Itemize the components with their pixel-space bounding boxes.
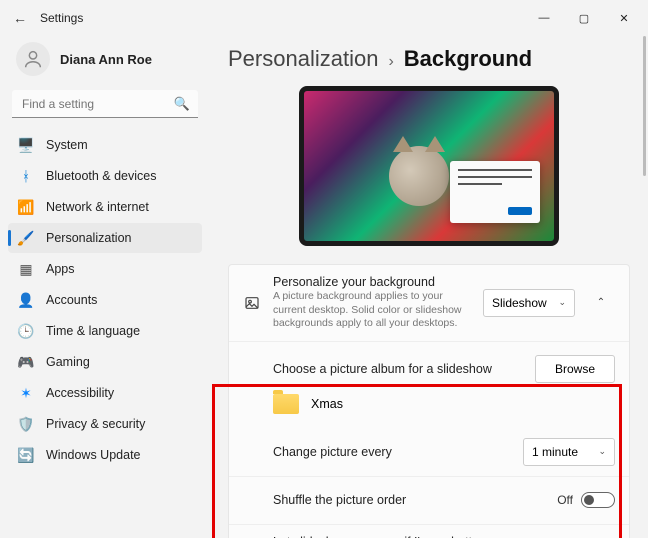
nav-label: Gaming: [46, 355, 90, 369]
expand-button[interactable]: ⌃: [587, 289, 615, 317]
window-title: Settings: [40, 11, 83, 25]
shuffle-row: Shuffle the picture order Off: [229, 477, 629, 525]
preview-image: [389, 146, 449, 206]
sidebar-item-windows-update[interactable]: 🔄 Windows Update: [8, 440, 202, 470]
nav-icon: 🖥️: [18, 137, 34, 153]
nav-icon: ᚼ: [18, 168, 34, 184]
nav-icon: 🎮: [18, 354, 34, 370]
sidebar-item-system[interactable]: 🖥️ System: [8, 130, 202, 160]
nav-icon: 🖌️: [18, 230, 34, 246]
nav-icon: ✶: [18, 385, 34, 401]
sidebar-item-gaming[interactable]: 🎮 Gaming: [8, 347, 202, 377]
sidebar-item-accounts[interactable]: 👤 Accounts: [8, 285, 202, 315]
search-box[interactable]: 🔍: [12, 90, 198, 118]
preview-window: [450, 161, 540, 223]
nav-icon: 👤: [18, 292, 34, 308]
nav-label: Personalization: [46, 231, 131, 245]
battery-row: Let slideshow run even if I'm on battery…: [229, 525, 629, 538]
chevron-down-icon: ⌄: [598, 446, 606, 457]
nav-label: Time & language: [46, 324, 140, 338]
nav-label: Accessibility: [46, 386, 114, 400]
user-profile[interactable]: Diana Ann Roe: [8, 36, 202, 90]
interval-title: Change picture every: [273, 445, 511, 459]
folder-icon: [273, 394, 299, 414]
chevron-right-icon: ›: [388, 53, 393, 71]
personalize-subtitle: A picture background applies to your cur…: [273, 290, 471, 331]
album-title: Choose a picture album for a slideshow: [273, 362, 523, 376]
shuffle-state: Off: [557, 493, 573, 507]
nav-icon: 📶: [18, 199, 34, 215]
nav-icon: ▦: [18, 261, 34, 277]
nav-label: Apps: [46, 262, 75, 276]
nav-label: Privacy & security: [46, 417, 145, 431]
sidebar-item-bluetooth-devices[interactable]: ᚼ Bluetooth & devices: [8, 161, 202, 191]
chevron-down-icon: ⌄: [558, 297, 566, 308]
background-mode-dropdown[interactable]: Slideshow ⌄: [483, 289, 575, 317]
sidebar-item-accessibility[interactable]: ✶ Accessibility: [8, 378, 202, 408]
choose-album-row: Choose a picture album for a slideshow B…: [229, 342, 629, 390]
nav-label: System: [46, 138, 88, 152]
close-button[interactable]: ✕: [604, 3, 644, 33]
browse-button[interactable]: Browse: [535, 355, 615, 383]
sidebar-item-privacy-security[interactable]: 🛡️ Privacy & security: [8, 409, 202, 439]
nav-label: Bluetooth & devices: [46, 169, 157, 183]
nav-label: Network & internet: [46, 200, 149, 214]
interval-dropdown[interactable]: 1 minute ⌄: [523, 438, 615, 466]
background-preview: [299, 86, 559, 246]
user-name: Diana Ann Roe: [60, 52, 152, 67]
sidebar-item-apps[interactable]: ▦ Apps: [8, 254, 202, 284]
avatar-icon: [16, 42, 50, 76]
nav-label: Windows Update: [46, 448, 141, 462]
change-interval-row: Change picture every 1 minute ⌄: [229, 428, 629, 477]
scrollbar-thumb[interactable]: [643, 36, 646, 176]
sidebar-item-network-internet[interactable]: 📶 Network & internet: [8, 192, 202, 222]
shuffle-title: Shuffle the picture order: [273, 493, 545, 507]
breadcrumb: Personalization › Background: [228, 36, 630, 86]
nav-label: Accounts: [46, 293, 97, 307]
breadcrumb-parent[interactable]: Personalization: [228, 46, 378, 72]
album-folder-row[interactable]: Xmas: [229, 390, 629, 428]
picture-icon: [243, 295, 261, 311]
back-button[interactable]: ←: [4, 2, 36, 34]
nav-icon: 🕒: [18, 323, 34, 339]
album-folder-name: Xmas: [311, 397, 343, 411]
personalize-title: Personalize your background: [273, 275, 471, 289]
sidebar-item-time-language[interactable]: 🕒 Time & language: [8, 316, 202, 346]
maximize-button[interactable]: ▢: [564, 3, 604, 33]
sidebar: Diana Ann Roe 🔍 🖥️ System ᚼ Bluetooth & dev…: [0, 36, 210, 538]
sidebar-item-personalization[interactable]: 🖌️ Personalization: [8, 223, 202, 253]
search-input[interactable]: [12, 90, 198, 118]
search-icon: 🔍: [174, 96, 190, 112]
main-content: Personalization › Background Personalize…: [210, 36, 648, 538]
breadcrumb-current: Background: [404, 46, 532, 72]
nav-icon: 🛡️: [18, 416, 34, 432]
minimize-button[interactable]: ―: [524, 3, 564, 33]
nav-icon: 🔄: [18, 447, 34, 463]
personalize-background-row[interactable]: Personalize your background A picture ba…: [229, 265, 629, 342]
shuffle-toggle[interactable]: [581, 492, 615, 508]
